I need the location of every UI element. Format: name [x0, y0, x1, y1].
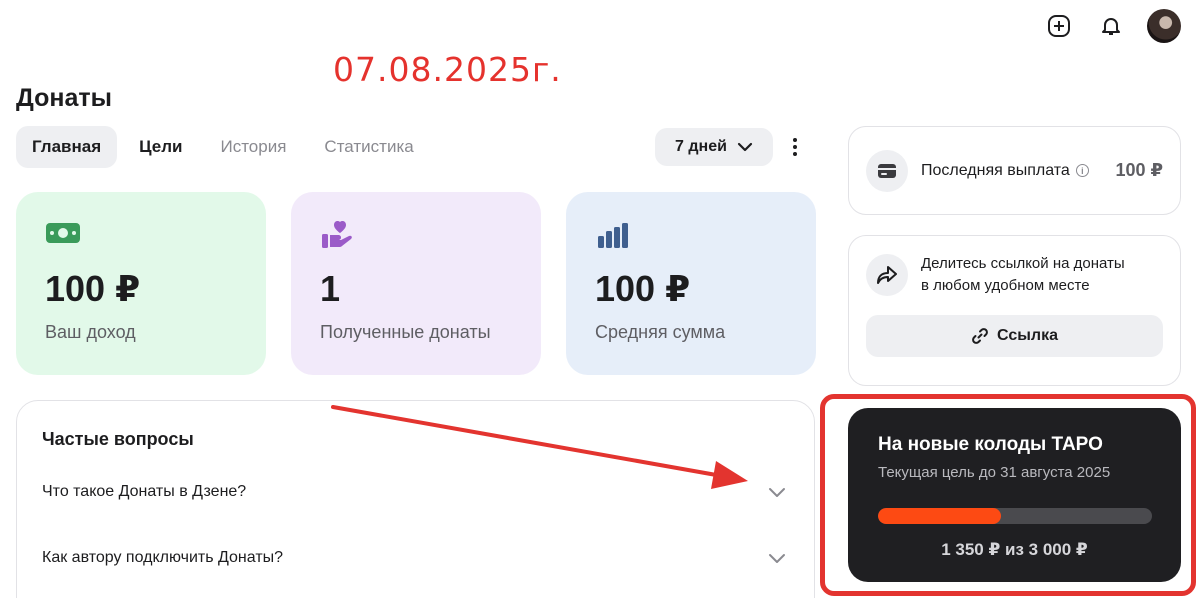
notifications-button[interactable] — [1095, 9, 1127, 43]
donations-count-value: 1 — [320, 268, 341, 309]
faq-item[interactable]: Что такое Донаты в Дзене? — [42, 483, 786, 501]
goal-amount: 1 350 ₽ из 3 000 ₽ — [941, 540, 1088, 559]
tab-history[interactable]: История — [204, 126, 302, 168]
faq-item[interactable]: Как автору подключить Донаты? — [42, 549, 786, 567]
date-annotation: 07.08.2025г. — [333, 50, 562, 89]
user-avatar[interactable] — [1147, 9, 1181, 43]
period-dropdown[interactable]: 7 дней — [655, 128, 773, 166]
faq-question: Что такое Донаты в Дзене? — [42, 483, 247, 500]
copy-link-label: Ссылка — [997, 327, 1058, 344]
income-value: 100 ₽ — [45, 268, 141, 309]
share-row: Делитесь ссылкой на донаты в любом удобн… — [866, 254, 1163, 297]
tab-goals[interactable]: Цели — [123, 126, 198, 168]
chevron-down-icon — [769, 553, 785, 563]
goal-progress-fill — [878, 508, 1002, 524]
payment-card-icon — [866, 149, 908, 192]
income-card: 100 ₽ Ваш доход — [16, 192, 266, 375]
chevron-down-icon — [737, 142, 753, 152]
hand-heart-icon — [320, 220, 512, 252]
average-sum-label: Средняя сумма — [595, 322, 726, 342]
goal-subtitle: Текущая цель до 31 августа 2025 — [878, 464, 1111, 481]
add-post-button[interactable] — [1043, 9, 1075, 43]
goal-progress-bar — [878, 508, 1152, 524]
faq-question: Как автору подключить Донаты? — [42, 549, 284, 566]
goal-title: На новые колоды ТАРО — [878, 434, 1103, 455]
income-label: Ваш доход — [45, 322, 136, 342]
money-icon — [45, 220, 237, 252]
header-actions — [1043, 9, 1181, 43]
period-value: 7 дней — [675, 138, 727, 155]
dot — [793, 145, 797, 149]
faq-section: Частые вопросы Что такое Донаты в Дзене?… — [16, 400, 815, 598]
donations-count-label: Полученные донаты — [320, 322, 491, 342]
share-card: Делитесь ссылкой на донаты в любом удобн… — [848, 235, 1181, 386]
share-description: Делитесь ссылкой на донаты в любом удобн… — [921, 253, 1125, 297]
bar-chart-icon — [595, 220, 787, 252]
dot — [793, 138, 797, 142]
last-payout-label: Последняя выплата i — [921, 162, 1089, 180]
share-arrow-icon — [866, 254, 908, 296]
page-title: Донаты — [16, 84, 112, 112]
plus-square-icon — [1048, 15, 1070, 37]
link-icon — [972, 328, 988, 344]
tab-main[interactable]: Главная — [16, 126, 118, 168]
last-payout-amount: 100 ₽ — [1115, 160, 1163, 180]
bell-icon — [1102, 18, 1120, 35]
faq-title: Частые вопросы — [42, 429, 194, 449]
donations-count-card: 1 Полученные донаты — [291, 192, 541, 375]
last-payout-card: Последняя выплата i 100 ₽ — [848, 126, 1181, 215]
copy-link-button[interactable]: Ссылка — [866, 315, 1163, 357]
info-icon[interactable]: i — [1075, 164, 1089, 177]
current-goal-card[interactable]: На новые колоды ТАРО Текущая цель до 31 … — [848, 408, 1181, 582]
dot — [793, 152, 797, 156]
average-sum-value: 100 ₽ — [595, 268, 691, 309]
share-text-line1: Делитесь ссылкой на донаты — [921, 255, 1125, 272]
tab-bar: Главная Цели История Статистика — [16, 126, 430, 168]
last-payout-text: Последняя выплата — [921, 161, 1070, 179]
average-sum-card: 100 ₽ Средняя сумма — [566, 192, 816, 375]
share-text-line2: в любом удобном месте — [921, 277, 1090, 294]
chevron-down-icon — [769, 487, 785, 497]
more-menu-button[interactable] — [785, 130, 805, 164]
tab-statistics[interactable]: Статистика — [308, 126, 429, 168]
